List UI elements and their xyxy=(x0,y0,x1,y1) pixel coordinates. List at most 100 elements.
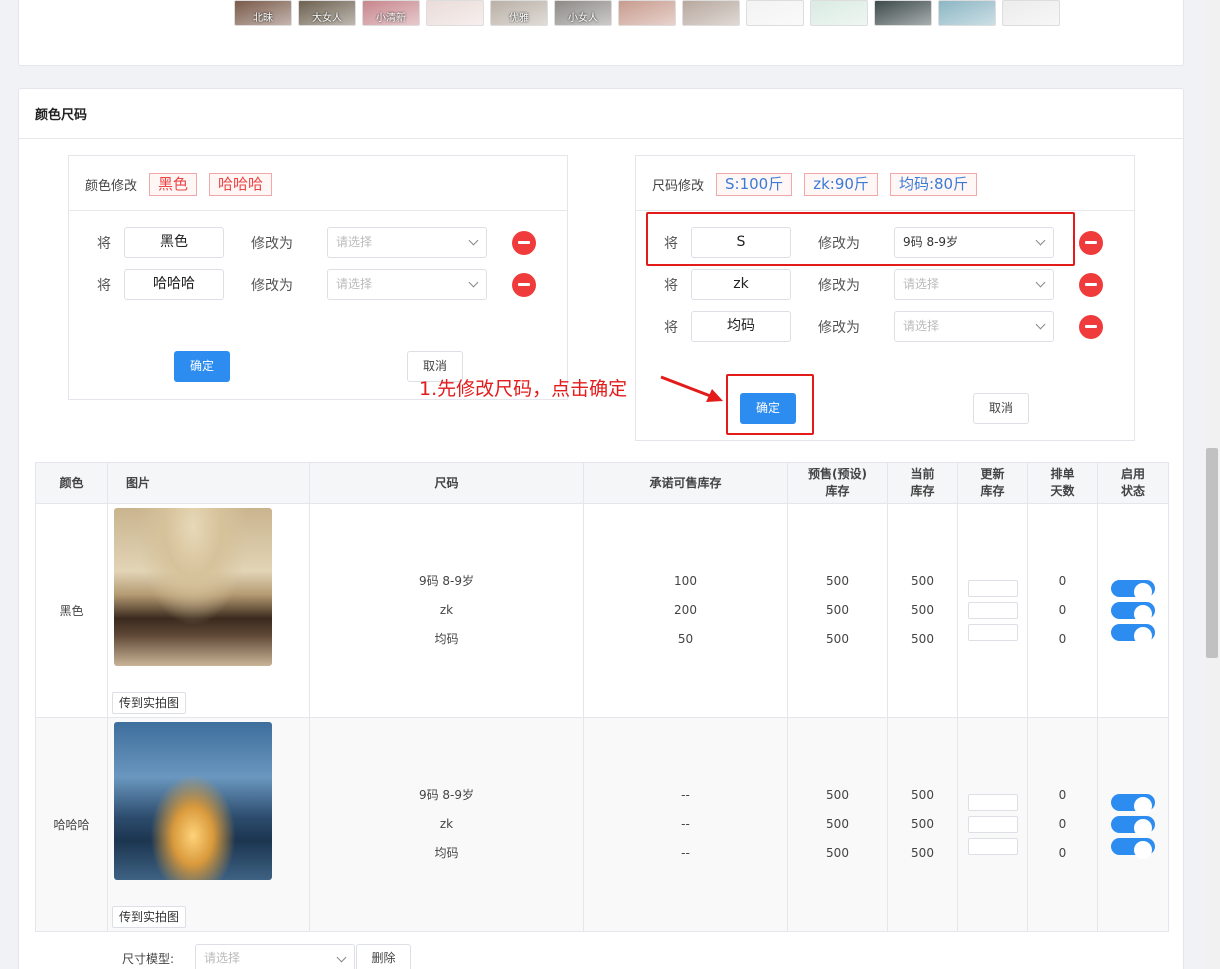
remove-circle-icon[interactable] xyxy=(512,272,536,297)
size-cancel-button[interactable]: 取消 xyxy=(973,393,1029,424)
thumbnail-image[interactable] xyxy=(1002,0,1060,26)
thumbnail-image[interactable] xyxy=(426,0,484,26)
product-photo[interactable] xyxy=(114,508,272,666)
update-stock-input[interactable] xyxy=(967,602,1018,619)
col-header-line: 当前 xyxy=(910,467,935,481)
size-target-select[interactable]: 请选择 xyxy=(894,269,1054,300)
thumbnail-label: 优雅 xyxy=(509,13,529,24)
col-header-line: 更新 xyxy=(980,467,1005,481)
size-source-input[interactable]: zk xyxy=(691,269,791,300)
divider xyxy=(636,210,1134,211)
arrow-icon xyxy=(660,375,723,402)
status-toggle[interactable] xyxy=(1111,602,1155,623)
update-stock-input[interactable] xyxy=(967,624,1018,641)
cell-value: 0 xyxy=(1058,817,1067,831)
modify-label: 修改为 xyxy=(251,277,293,294)
thumbnail-image[interactable]: 优雅 xyxy=(490,0,548,26)
col-header-line: 库存 xyxy=(980,484,1005,498)
presale-cell: 500 500 500 xyxy=(787,503,888,718)
color-source-input[interactable]: 哈哈哈 xyxy=(124,269,224,300)
divider xyxy=(19,138,1183,139)
remove-circle-icon[interactable] xyxy=(512,230,536,255)
status-cell xyxy=(1097,717,1169,932)
color-confirm-button[interactable]: 确定 xyxy=(174,351,230,382)
color-tag[interactable]: 哈哈哈 xyxy=(209,173,273,196)
row-prefix: 将 xyxy=(97,235,111,252)
size-tag[interactable]: zk:90斤 xyxy=(804,173,878,196)
chevron-down-icon xyxy=(1035,277,1046,288)
size-tag[interactable]: 均码:80斤 xyxy=(889,173,978,196)
thumbnail-image[interactable] xyxy=(746,0,804,26)
thumbnail-image[interactable]: 北昧 xyxy=(234,0,292,26)
days-cell: 0 0 0 xyxy=(1027,503,1098,718)
color-tag[interactable]: 黑色 xyxy=(149,173,198,196)
highlight-box xyxy=(646,212,1075,266)
size-cell: 9码 8-9岁 zk 均码 xyxy=(309,503,584,718)
select-value: 请选择 xyxy=(336,235,373,249)
cell-value: 500 xyxy=(911,574,934,588)
status-toggle[interactable] xyxy=(1111,624,1155,645)
status-toggle[interactable] xyxy=(1111,580,1155,601)
size-tag[interactable]: S:100斤 xyxy=(716,173,793,196)
modify-label: 修改为 xyxy=(818,319,860,336)
table-header-row: 颜色 图片 尺码 承诺可售库存 预售(预设) 库存 当前 库存 更新 库存 排单 天数 … xyxy=(35,462,1169,504)
col-header-line: 启用 xyxy=(1120,467,1145,481)
delete-button[interactable]: 删除 xyxy=(356,944,411,969)
chevron-down-icon xyxy=(468,277,479,288)
col-header-line: 状态 xyxy=(1120,484,1145,498)
size-target-select[interactable]: 请选择 xyxy=(894,311,1054,342)
scrollbar[interactable] xyxy=(1204,0,1220,969)
thumbnail-image[interactable] xyxy=(874,0,932,26)
cell-value: 均码 xyxy=(434,632,459,646)
status-toggle[interactable] xyxy=(1111,838,1155,859)
scrollbar-thumb[interactable] xyxy=(1206,448,1218,658)
upload-photo-button[interactable]: 传到实拍图 xyxy=(112,906,187,928)
color-target-select[interactable]: 请选择 xyxy=(327,227,487,258)
cell-value: 500 xyxy=(826,603,849,617)
update-stock-input[interactable] xyxy=(967,838,1018,855)
highlight-box xyxy=(726,374,814,435)
status-toggle[interactable] xyxy=(1111,794,1155,815)
status-toggle[interactable] xyxy=(1111,816,1155,837)
color-source-input[interactable]: 黑色 xyxy=(124,227,224,258)
cell-value: 0 xyxy=(1058,788,1067,802)
thumbnail-image[interactable]: 大女人 xyxy=(298,0,356,26)
update-stock-input[interactable] xyxy=(967,580,1018,597)
cell-value: zk xyxy=(439,817,454,831)
image-cell: 传到实拍图 xyxy=(107,503,310,718)
table-row: 哈哈哈 传到实拍图 9码 8-9岁 zk 均码 -- -- -- 500 500 500 5… xyxy=(35,717,1169,932)
thumbnail-image[interactable] xyxy=(618,0,676,26)
remove-circle-icon[interactable] xyxy=(1079,272,1103,297)
remove-circle-icon[interactable] xyxy=(1079,230,1103,255)
cell-value: 500 xyxy=(826,574,849,588)
col-header: 承诺可售库存 xyxy=(583,462,788,504)
thumbnail-image[interactable]: 小清新 xyxy=(362,0,420,26)
update-cell xyxy=(957,503,1028,718)
size-source-input[interactable]: 均码 xyxy=(691,311,791,342)
table-row: 黑色 传到实拍图 9码 8-9岁 zk 均码 100 200 50 500 500 500 … xyxy=(35,503,1169,718)
cell-value: zk xyxy=(439,603,454,617)
thumbnail-image[interactable] xyxy=(810,0,868,26)
col-header: 颜色 xyxy=(35,462,108,504)
size-model-label: 尺寸模型: xyxy=(122,951,175,966)
color-target-select[interactable]: 请选择 xyxy=(327,269,487,300)
row-prefix: 将 xyxy=(664,319,678,336)
thumbnail-image[interactable] xyxy=(938,0,996,26)
cell-value: 100 xyxy=(674,574,697,588)
cell-value: 500 xyxy=(826,817,849,831)
upload-photo-button[interactable]: 传到实拍图 xyxy=(112,692,187,714)
update-stock-input[interactable] xyxy=(967,794,1018,811)
chevron-down-icon xyxy=(336,952,347,963)
select-value: 请选择 xyxy=(336,277,373,291)
current-cell: 500 500 500 xyxy=(887,717,958,932)
cell-value: -- xyxy=(681,788,690,802)
size-model-select[interactable]: 请选择 xyxy=(195,944,355,969)
thumbnail-image[interactable]: 小女人 xyxy=(554,0,612,26)
thumbnail-image[interactable] xyxy=(682,0,740,26)
annotation-text: 1.先修改尺码，点击确定 xyxy=(419,378,628,400)
remove-circle-icon[interactable] xyxy=(1079,314,1103,339)
color-row: 将 哈哈哈 修改为 请选择 xyxy=(84,269,536,300)
color-cell: 黑色 xyxy=(35,503,108,718)
product-photo[interactable] xyxy=(114,722,272,880)
update-stock-input[interactable] xyxy=(967,816,1018,833)
